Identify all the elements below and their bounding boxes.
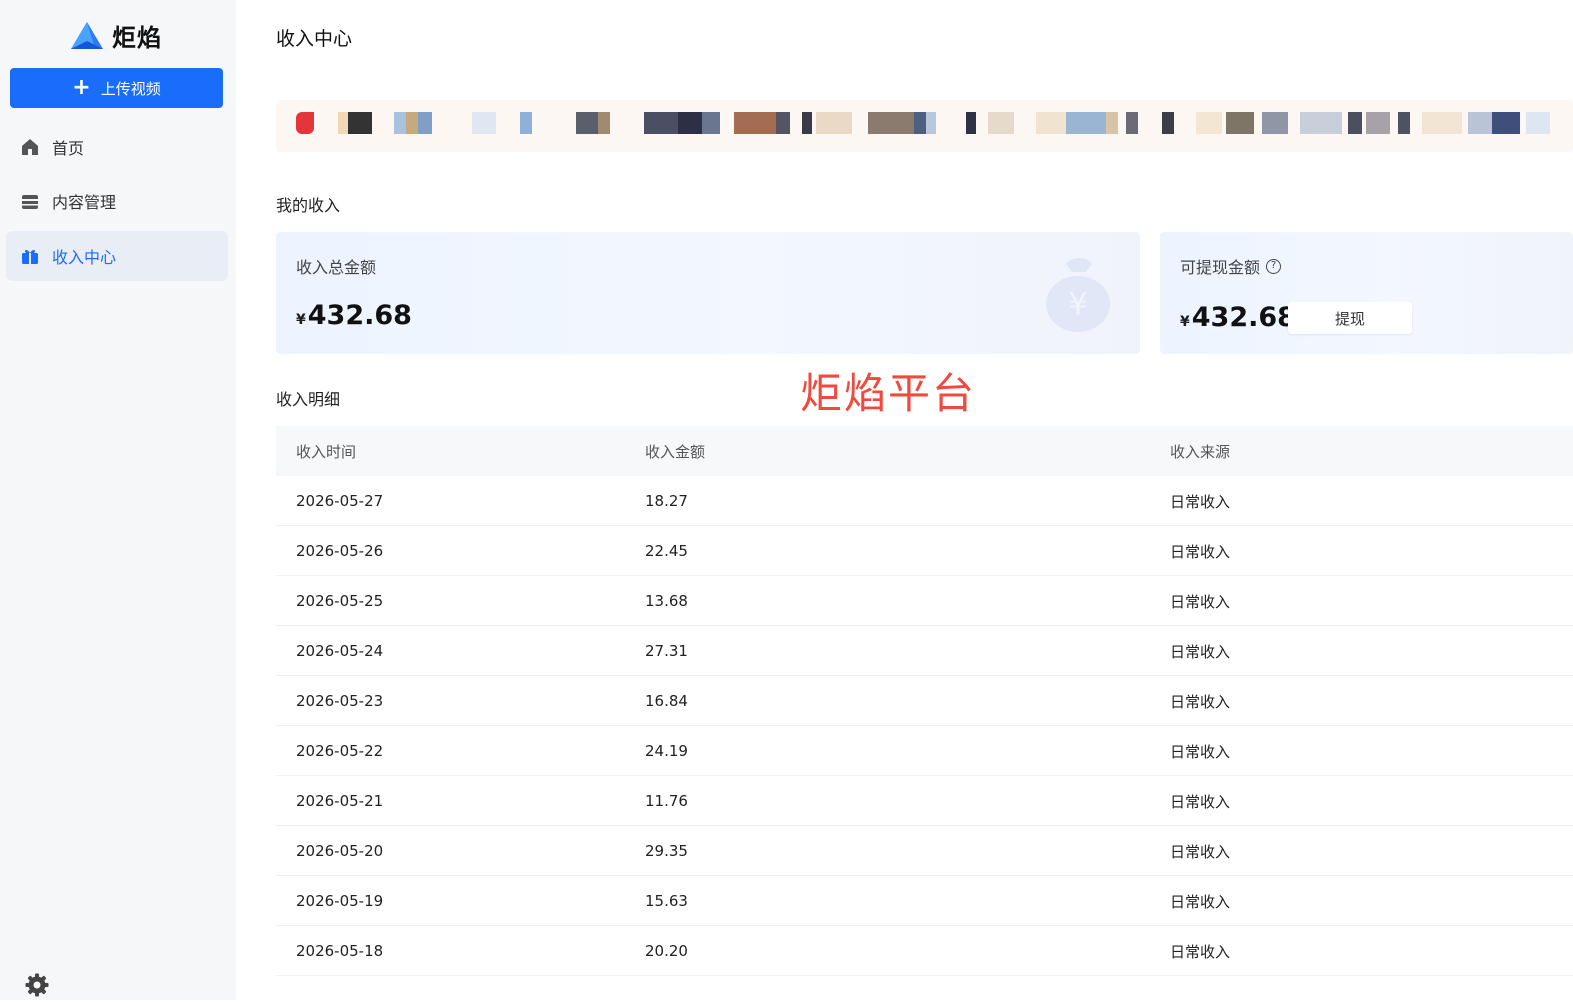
cell-time: 2026-05-20 [296, 842, 384, 860]
cell-source: 日常收入 [1170, 642, 1231, 661]
upload-video-button[interactable]: + 上传视频 [10, 68, 223, 108]
cell-amount: 13.68 [645, 592, 688, 610]
total-income-card: 收入总金额 ¥ 432.68 ¥ [276, 232, 1140, 354]
withdrawable-card: 可提现金额 ? ¥ 432.68 提现 [1160, 232, 1573, 354]
table-row: 2026-05-19 15.63 日常收入 [276, 876, 1573, 926]
table-row: 2026-05-24 27.31 日常收入 [276, 626, 1573, 676]
column-header-time: 收入时间 [296, 442, 357, 461]
svg-text:¥: ¥ [1068, 287, 1087, 322]
settings-gear-icon[interactable] [24, 972, 50, 998]
cell-time: 2026-05-23 [296, 692, 384, 710]
cell-time: 2026-05-25 [296, 592, 384, 610]
currency-symbol: ¥ [1180, 314, 1190, 330]
my-income-heading: 我的收入 [276, 196, 341, 215]
table-row: 2026-05-27 18.27 日常收入 [276, 476, 1573, 526]
income-details-table: 收入时间 收入金额 收入来源 2026-05-27 18.27 日常收入 202… [276, 426, 1573, 976]
logo[interactable]: 炬焰 [70, 18, 162, 53]
main-content: 收入中心 我的收入 收入总金额 ¥ 432.68 ¥ 可提现金额 ? ¥ 432… [236, 0, 1573, 1000]
cell-amount: 16.84 [645, 692, 688, 710]
income-details-heading: 收入明细 [276, 390, 341, 409]
column-header-amount: 收入金额 [645, 442, 706, 461]
total-income-amount: ¥ 432.68 [296, 300, 412, 331]
cell-source: 日常收入 [1170, 592, 1231, 611]
sidebar-item-home[interactable]: 首页 [6, 122, 228, 172]
sidebar-item-label: 内容管理 [52, 193, 117, 212]
home-icon [20, 137, 40, 157]
sidebar-item-income-center[interactable]: 收入中心 [6, 231, 228, 281]
page-title: 收入中心 [276, 28, 353, 50]
cell-time: 2026-05-26 [296, 542, 384, 560]
withdrawable-label: 可提现金额 [1180, 258, 1261, 277]
money-bag-icon: ¥ [1046, 258, 1110, 332]
column-header-source: 收入来源 [1170, 442, 1231, 461]
cell-amount: 15.63 [645, 892, 688, 910]
withdrawable-amount: ¥ 432.68 [1180, 302, 1296, 333]
gift-icon [20, 246, 40, 266]
cell-source: 日常收入 [1170, 542, 1231, 561]
cell-source: 日常收入 [1170, 742, 1231, 761]
cell-time: 2026-05-18 [296, 942, 384, 960]
total-income-label: 收入总金额 [296, 258, 377, 277]
cell-source: 日常收入 [1170, 492, 1231, 511]
withdraw-button[interactable]: 提现 [1288, 302, 1412, 334]
cell-amount: 18.27 [645, 492, 688, 510]
cell-time: 2026-05-27 [296, 492, 384, 510]
table-row: 2026-05-20 29.35 日常收入 [276, 826, 1573, 876]
cell-amount: 11.76 [645, 792, 688, 810]
logo-text: 炬焰 [112, 24, 162, 52]
flame-logo-icon [71, 21, 103, 49]
amount-value: 432.68 [307, 300, 412, 331]
table-row: 2026-05-21 11.76 日常收入 [276, 776, 1573, 826]
watermark-text: 炬焰平台 [800, 369, 977, 418]
withdrawable-label-wrap: 可提现金额 ? [1180, 254, 1282, 278]
cell-amount: 24.19 [645, 742, 688, 760]
cell-amount: 22.45 [645, 542, 688, 560]
table-row: 2026-05-26 22.45 日常收入 [276, 526, 1573, 576]
cell-source: 日常收入 [1170, 892, 1231, 911]
upload-video-label: 上传视频 [100, 79, 161, 98]
plus-icon: + [72, 75, 91, 100]
cell-amount: 27.31 [645, 642, 688, 660]
cell-amount: 29.35 [645, 842, 688, 860]
table-row: 2026-05-23 16.84 日常收入 [276, 676, 1573, 726]
cell-time: 2026-05-21 [296, 792, 384, 810]
cell-source: 日常收入 [1170, 842, 1231, 861]
help-icon[interactable]: ? [1266, 258, 1282, 274]
cell-amount: 20.20 [645, 942, 688, 960]
cell-time: 2026-05-22 [296, 742, 384, 760]
cell-source: 日常收入 [1170, 692, 1231, 711]
pixelated-banner [276, 100, 1573, 152]
sidebar: 炬焰 + 上传视频 首页 内容管理 收入中心 [0, 0, 236, 1000]
cell-time: 2026-05-19 [296, 892, 384, 910]
table-row: 2026-05-18 20.20 日常收入 [276, 926, 1573, 976]
table-row: 2026-05-22 24.19 日常收入 [276, 726, 1573, 776]
sidebar-item-content-management[interactable]: 内容管理 [6, 176, 228, 226]
currency-symbol: ¥ [296, 312, 306, 328]
cell-source: 日常收入 [1170, 792, 1231, 811]
folder-icon [20, 191, 40, 211]
table-header: 收入时间 收入金额 收入来源 [276, 426, 1573, 476]
cell-source: 日常收入 [1170, 942, 1231, 961]
table-row: 2026-05-25 13.68 日常收入 [276, 576, 1573, 626]
cell-time: 2026-05-24 [296, 642, 384, 660]
sidebar-item-label: 收入中心 [52, 248, 117, 267]
amount-value: 432.68 [1191, 302, 1296, 333]
sidebar-item-label: 首页 [52, 139, 85, 158]
